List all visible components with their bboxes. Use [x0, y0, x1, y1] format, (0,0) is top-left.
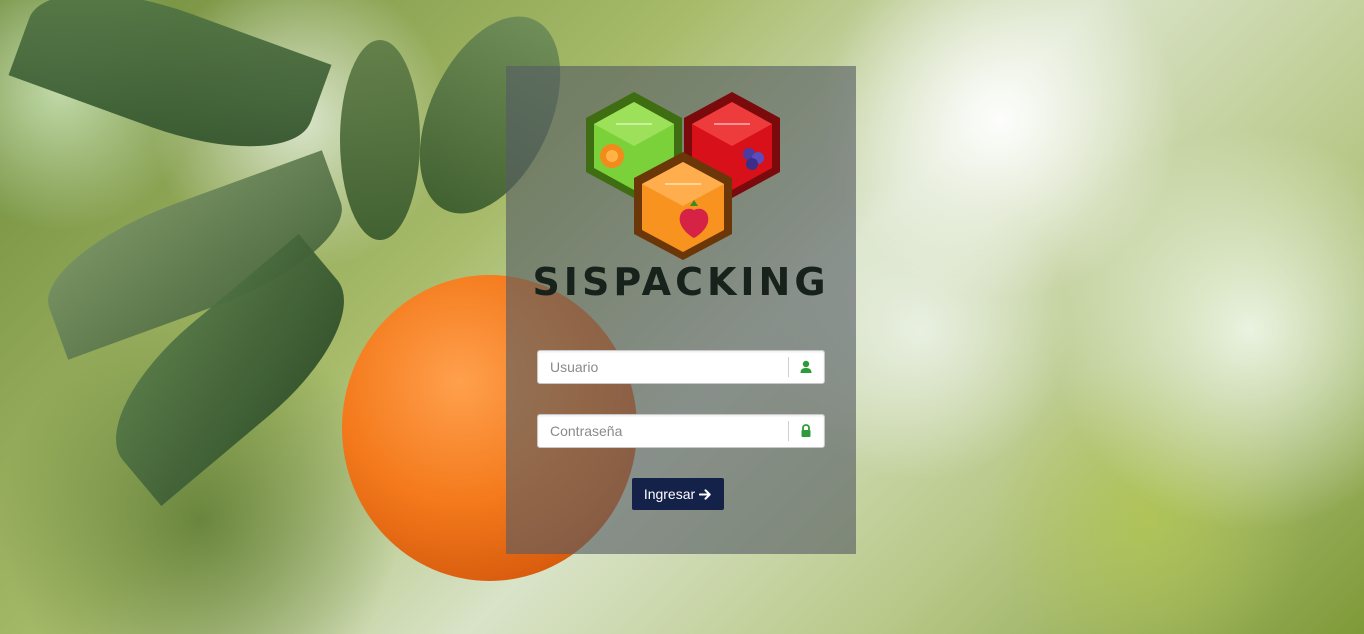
username-field[interactable] [537, 350, 825, 384]
arrow-right-icon [699, 488, 711, 500]
brand-name: SISPACKING [532, 260, 830, 304]
field-divider [788, 357, 789, 377]
password-field[interactable] [537, 414, 825, 448]
lock-icon [801, 424, 811, 437]
login-page: SISPACKING Ingresar [0, 0, 1364, 634]
login-panel: SISPACKING Ingresar [506, 66, 856, 554]
username-input[interactable] [538, 351, 788, 383]
background-leaf [8, 0, 332, 178]
user-icon [800, 360, 812, 373]
ingresar-button-label: Ingresar [643, 486, 696, 502]
field-divider [788, 421, 789, 441]
password-input[interactable] [538, 415, 788, 447]
ingresar-button[interactable]: Ingresar [632, 478, 724, 510]
background-leaf [340, 40, 420, 240]
